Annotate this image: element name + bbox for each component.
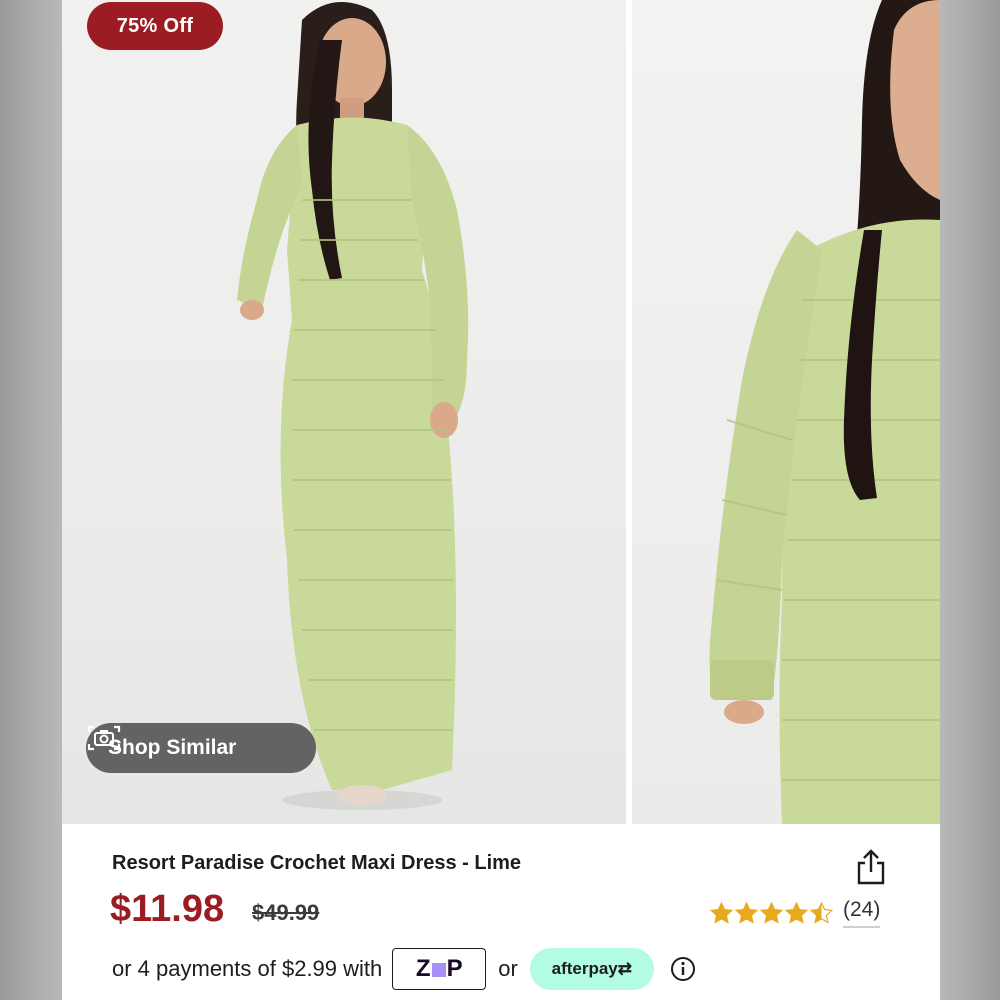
installment-text: or 4 payments of $2.99 with xyxy=(112,956,383,981)
zip-logo-dot xyxy=(431,963,446,977)
or-label: or xyxy=(498,956,518,981)
product-title: Resort Paradise Crochet Maxi Dress - Lim… xyxy=(112,852,522,874)
star-icon xyxy=(785,901,808,924)
shop-similar-label: Shop Similar xyxy=(108,736,237,759)
star-icon xyxy=(810,901,833,924)
share-icon[interactable] xyxy=(855,848,887,886)
product-screen: 75% Off Shop Similar Resort Paradise Cro… xyxy=(62,0,940,1000)
star-icon xyxy=(735,901,758,924)
star-rating xyxy=(710,901,833,925)
installment-payments: or 4 payments of $2.99 with ZP or afterp… xyxy=(112,948,696,990)
model-illustration-closeup xyxy=(709,0,940,824)
star-icon xyxy=(760,901,783,924)
discount-badge: 75% Off xyxy=(87,2,223,50)
product-image-carousel[interactable]: 75% Off Shop Similar xyxy=(62,0,940,824)
zip-logo-text: Z xyxy=(415,955,431,982)
original-price: $49.99 xyxy=(252,900,320,925)
afterpay-label: afterpay xyxy=(551,959,618,978)
shop-similar-button[interactable]: Shop Similar xyxy=(86,723,316,773)
sale-price: $11.98 xyxy=(110,888,225,930)
device-frame: 75% Off Shop Similar Resort Paradise Cro… xyxy=(0,0,1000,1000)
info-icon[interactable] xyxy=(670,956,696,982)
product-photo-secondary[interactable] xyxy=(632,0,940,824)
rating-summary[interactable]: (24) xyxy=(710,898,881,928)
review-count-link[interactable]: (24) xyxy=(843,898,881,928)
star-icon xyxy=(710,901,733,924)
afterpay-logo-icon: ⇄ xyxy=(617,959,633,978)
product-info-panel: Resort Paradise Crochet Maxi Dress - Lim… xyxy=(62,824,940,1000)
zip-badge[interactable]: ZP xyxy=(392,948,487,990)
product-photo-main[interactable]: 75% Off Shop Similar xyxy=(62,0,626,824)
camera-icon xyxy=(87,725,121,751)
model-illustration-front xyxy=(237,2,469,810)
afterpay-badge[interactable]: afterpay ⇄ xyxy=(529,948,654,990)
zip-logo-text-end: P xyxy=(446,955,463,982)
